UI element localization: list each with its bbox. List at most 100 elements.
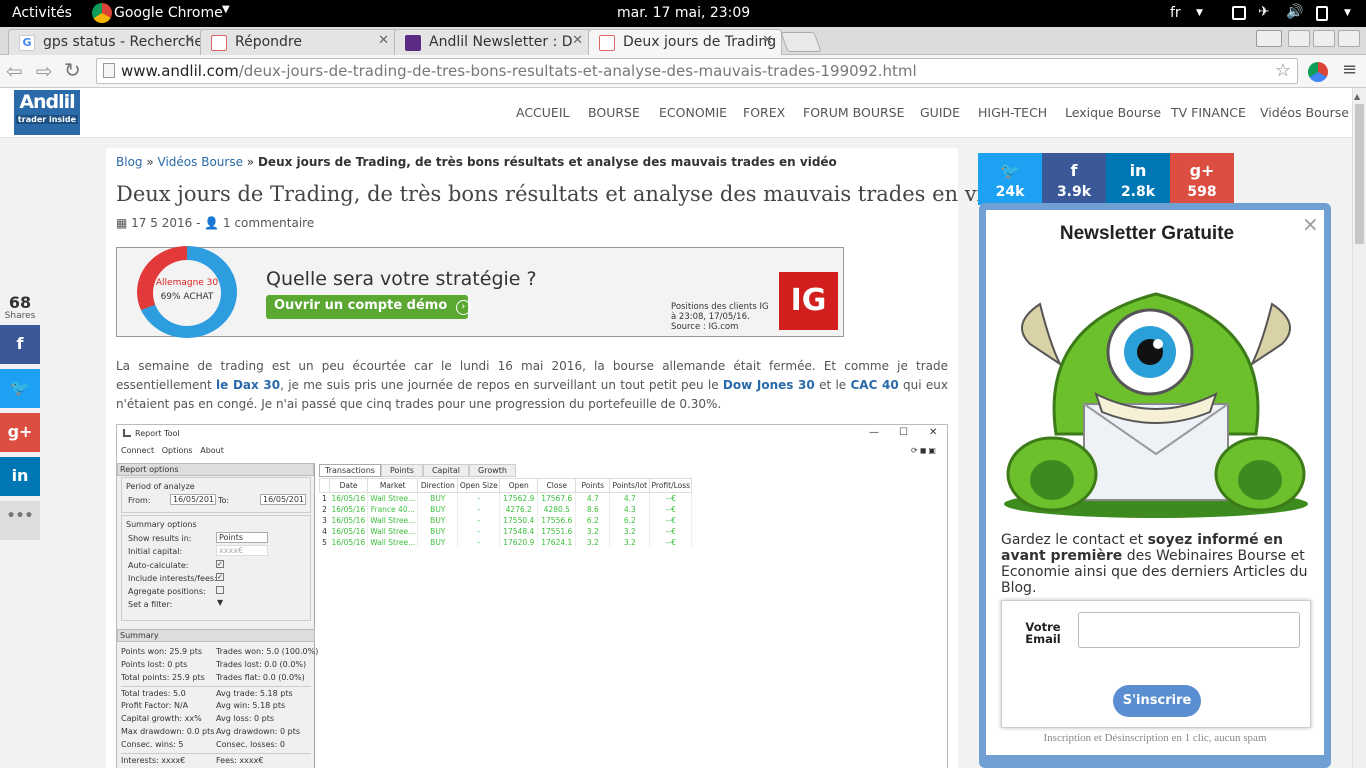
google-plus-counter[interactable]: g+ 598 — [1170, 153, 1234, 205]
summary-row: Max drawdown: 0.0 pts Avg drawdown: 0 pts — [121, 727, 311, 740]
facebook-share-button[interactable]: f — [0, 325, 40, 364]
summary-cell: Avg win: 5.18 pts — [216, 701, 286, 710]
comments-link[interactable]: 1 commentaire — [223, 216, 314, 230]
nav-bourse[interactable]: BOURSE — [588, 105, 640, 120]
facebook-icon: f — [1070, 161, 1078, 180]
link-cac-40[interactable]: CAC 40 — [850, 378, 898, 392]
language-indicator[interactable]: fr — [1170, 5, 1181, 21]
battery-icon[interactable] — [1316, 6, 1328, 21]
report-left-panel: Report options Period of analyze From: 1… — [117, 463, 318, 768]
table-cell: - — [457, 537, 501, 548]
screen-icon[interactable] — [1232, 6, 1246, 20]
tab-label: Deux jours de Trading — [623, 34, 777, 50]
nav-tv-finance[interactable]: TV FINANCE — [1171, 105, 1246, 120]
report-toolbar-icons: ⟳◼▣ — [911, 446, 938, 455]
clock[interactable]: mar. 17 mai, 23:09 — [617, 5, 750, 21]
breadcrumb-blog[interactable]: Blog — [116, 155, 143, 169]
calendar-icon: ▦ — [116, 216, 128, 230]
table-cell: 17548.4 — [499, 526, 539, 537]
subscribe-button[interactable]: S'inscrire — [1113, 685, 1201, 717]
summary-row: Points won: 25.9 pts Trades won: 5.0 (100… — [121, 647, 318, 660]
close-icon[interactable]: ✕ — [184, 33, 195, 48]
tab-repondre[interactable]: Répondre ✕ — [200, 29, 398, 55]
nav-guide[interactable]: GUIDE — [920, 105, 960, 120]
chart-icon — [211, 35, 227, 51]
twitter-share-button[interactable]: 🐦 — [0, 369, 40, 408]
back-icon[interactable]: ⇦ — [6, 59, 23, 83]
newsletter-panel: Newsletter Gratuite × Gardez le contact … — [986, 210, 1324, 755]
article-content: Blog » Vidéos Bourse » Deux jours de Tra… — [106, 148, 1022, 768]
twitter-counter[interactable]: 🐦 24k — [978, 153, 1042, 205]
page-scrollbar[interactable]: ▲ — [1352, 88, 1366, 768]
tab-growth: Growth — [469, 464, 516, 477]
table-cell: 17620.9 — [499, 537, 539, 548]
close-icon[interactable]: ✕ — [378, 33, 389, 48]
google-plus-share-button[interactable]: g+ — [0, 413, 40, 452]
tab-deux-jours[interactable]: Deux jours de Trading ✕ — [588, 29, 782, 55]
close-icon[interactable]: ✕ — [572, 33, 583, 48]
app-menu[interactable]: Google Chrome — [114, 5, 223, 21]
activities-button[interactable]: Activités — [12, 5, 72, 21]
nav-accueil[interactable]: ACCUEIL — [516, 105, 570, 120]
summary-options-label: Summary options — [126, 520, 197, 529]
link-dax-30[interactable]: le Dax 30 — [216, 378, 280, 392]
facebook-counter[interactable]: f 3.9k — [1042, 153, 1106, 205]
link-dow-jones-30[interactable]: Dow Jones 30 — [723, 378, 815, 392]
scroll-up-icon[interactable]: ▲ — [1354, 92, 1364, 102]
nav-forex[interactable]: FOREX — [743, 105, 785, 120]
breadcrumb-separator: » — [246, 155, 255, 169]
summary-cell: Interests: xxxx€ — [121, 756, 186, 765]
table-cell: --€ — [649, 515, 693, 526]
maximize-button[interactable] — [1313, 30, 1335, 47]
table-cell: 6.2 — [575, 515, 611, 526]
close-popup-button[interactable]: × — [1302, 212, 1319, 236]
summary-cell: Fees: xxxx€ — [216, 756, 264, 765]
open-demo-account-button[interactable]: Ouvrir un compte démo › — [266, 295, 471, 319]
scrollbar-thumb[interactable] — [1355, 104, 1364, 244]
twitter-icon: 🐦 — [10, 378, 30, 397]
table-header-cell: Open Size — [457, 478, 501, 493]
linkedin-counter[interactable]: in 2.8k — [1106, 153, 1170, 205]
table-cell: BUY — [417, 515, 459, 526]
nav-forum-bourse[interactable]: FORUM BOURSE — [803, 105, 904, 120]
address-bar[interactable]: www.andlil.com/deux-jours-de-trading-de-… — [96, 58, 1298, 84]
extension-icon[interactable] — [1308, 62, 1328, 82]
table-cell: 4.3 — [609, 504, 651, 515]
tab-gps-status[interactable]: G gps status - Recherche ✕ — [8, 29, 204, 55]
period-box: Period of analyze From: 16/05/201 To: 16… — [121, 477, 311, 513]
report-title: Report Tool — [135, 429, 180, 438]
new-tab-button[interactable] — [780, 32, 822, 52]
summary-header: Summary — [117, 629, 315, 642]
minimize-button[interactable] — [1288, 30, 1310, 47]
table-cell: 4 — [322, 527, 327, 536]
table-cell: 16/05/16 — [329, 504, 369, 515]
nav-videos-bourse[interactable]: Vidéos Bourse — [1260, 105, 1349, 120]
close-icon[interactable]: ✕ — [762, 33, 773, 48]
table-cell: BUY — [417, 526, 459, 537]
star-icon[interactable]: ☆ — [1275, 60, 1291, 81]
email-field[interactable] — [1078, 612, 1300, 648]
volume-icon[interactable]: 🔊 — [1286, 4, 1303, 20]
reload-icon[interactable]: ↻ — [64, 58, 81, 82]
breadcrumb-videos-bourse[interactable]: Vidéos Bourse — [158, 155, 243, 169]
table-header-cell: Open — [499, 478, 539, 493]
site-logo[interactable]: Andlil trader inside — [14, 90, 80, 135]
nav-lexique-bourse[interactable]: Lexique Bourse — [1065, 105, 1161, 120]
table-header-cell: Profit/Loss — [649, 478, 693, 493]
donut-center: Allemagne 30 69% ACHAT — [153, 260, 221, 326]
mail-icon — [405, 35, 421, 51]
window-close-button[interactable] — [1338, 30, 1360, 47]
nav-economie[interactable]: ECONOMIE — [659, 105, 727, 120]
forward-icon[interactable]: ⇨ — [36, 59, 53, 83]
profile-icon[interactable] — [1256, 30, 1282, 47]
tab-label: Andlil Newsletter : D — [429, 34, 573, 50]
nav-high-tech[interactable]: HIGH-TECH — [978, 105, 1047, 120]
more-share-button[interactable]: ••• — [0, 501, 40, 540]
airplane-icon[interactable]: ✈ — [1258, 4, 1270, 20]
summary-cell: Consec. losses: 0 — [216, 740, 285, 749]
menu-icon[interactable]: ≡ — [1342, 59, 1357, 80]
ig-ad-banner[interactable]: Allemagne 30 69% ACHAT Quelle sera votre… — [116, 246, 844, 338]
chevron-down-icon: ▼ — [1196, 8, 1203, 18]
tab-newsletter[interactable]: Andlil Newsletter : D ✕ — [394, 29, 592, 55]
linkedin-share-button[interactable]: in — [0, 457, 40, 496]
